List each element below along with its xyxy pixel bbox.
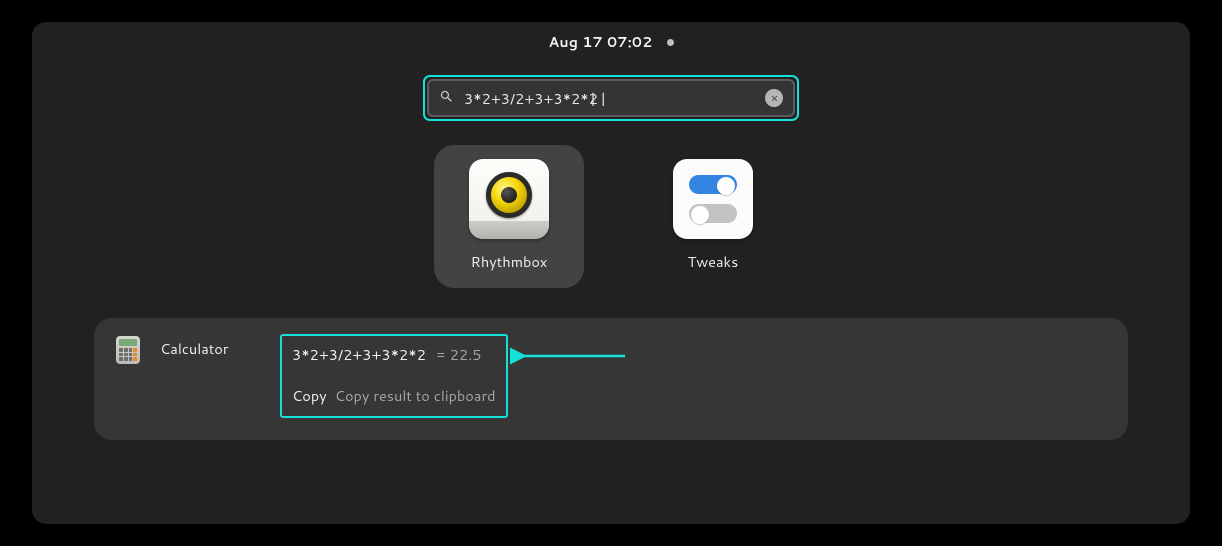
calculator-provider-label: Calculator — [160, 338, 260, 359]
calculator-copy-action[interactable]: Copy Copy result to clipboard — [292, 385, 496, 406]
tweaks-icon — [673, 159, 753, 239]
search-highlight-annotation: 3*2+3/2+3+3*2*2| — [423, 75, 799, 121]
copy-description: Copy result to clipboard — [335, 385, 496, 406]
text-cursor: | — [590, 88, 596, 109]
search-icon — [439, 87, 454, 110]
top-bar: Aug 17 07:02 — [32, 22, 1190, 52]
search-input[interactable]: 3*2+3/2+3+3*2*2| — [464, 88, 755, 109]
calculator-icon — [116, 336, 140, 364]
activities-overview: Aug 17 07:02 3*2+3/2+3+3*2*2| Rhythmbox — [32, 22, 1190, 524]
app-label: Tweaks — [688, 251, 739, 272]
search-input-text: 3*2+3/2+3+3*2*2 — [464, 88, 598, 109]
copy-label: Copy — [292, 385, 327, 406]
result-highlight-annotation: 3*2+3/2+3+3*2*2 = 22.5 Copy Copy result … — [280, 334, 508, 418]
calculator-expression: 3*2+3/2+3+3*2*2 — [292, 344, 426, 365]
app-results: Rhythmbox Tweaks — [32, 145, 1190, 288]
app-label: Rhythmbox — [471, 251, 548, 272]
notification-indicator-icon[interactable] — [667, 39, 674, 46]
annotation-arrow-icon — [510, 344, 640, 374]
calculator-result-card[interactable]: Calculator 3*2+3/2+3+3*2*2 = 22.5 Copy C… — [94, 318, 1128, 440]
rhythmbox-icon — [469, 159, 549, 239]
clear-search-button[interactable] — [765, 89, 783, 107]
calculator-result-line[interactable]: 3*2+3/2+3+3*2*2 = 22.5 — [292, 344, 496, 365]
clock[interactable]: Aug 17 07:02 — [548, 32, 652, 52]
calculator-result-value: = 22.5 — [436, 344, 482, 365]
app-rhythmbox[interactable]: Rhythmbox — [434, 145, 584, 288]
search-bar[interactable]: 3*2+3/2+3+3*2*2| — [427, 79, 795, 117]
app-tweaks[interactable]: Tweaks — [638, 145, 788, 288]
close-icon — [770, 94, 779, 103]
